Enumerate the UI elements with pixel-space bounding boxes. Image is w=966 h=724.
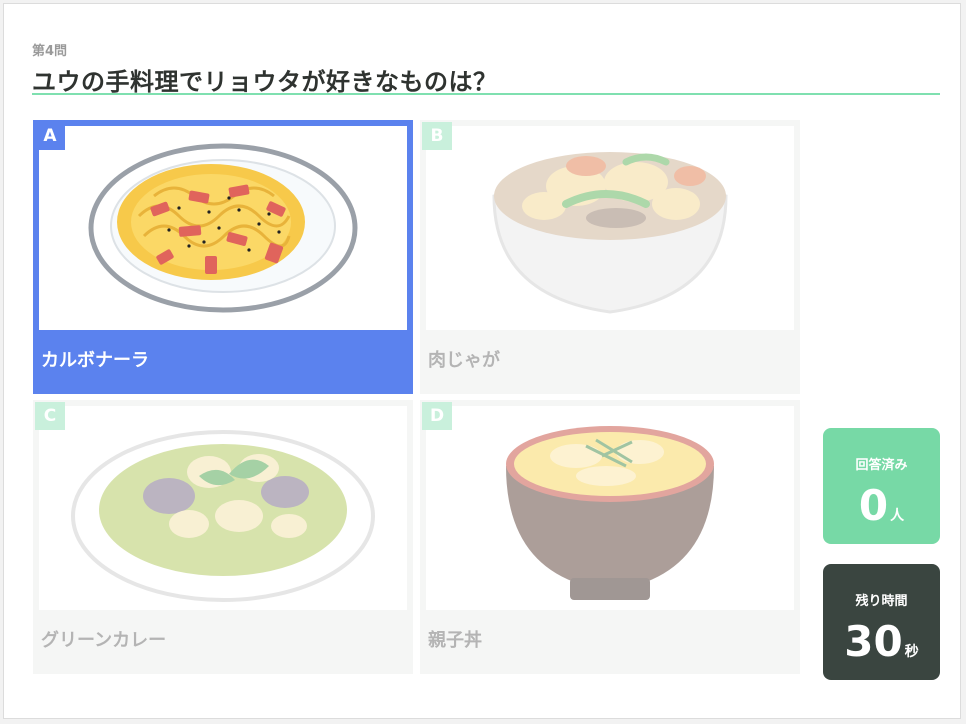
choice-label-d: 親子丼 [428,630,482,651]
time-caption: 残り時間 [855,594,908,609]
green-curry-illustration [39,406,407,610]
choice-letter-d: D [422,402,452,430]
time-remaining-panel: 残り時間 30 秒 [823,564,940,680]
choice-letter-b: B [422,122,452,150]
choice-letter-a: A [35,122,65,150]
carbonara-icon [88,143,358,313]
time-unit: 秒 [904,644,919,660]
choice-label-c: グリーンカレー [41,630,167,651]
choice-label-a: カルボナーラ [41,350,149,371]
time-value: 30 [844,617,903,666]
answered-value-wrap: 0人 [823,485,940,527]
nikujaga-illustration [426,126,794,330]
choice-a[interactable]: A カルボナーラ [33,120,413,394]
answered-value: 0 [858,481,889,530]
answered-unit: 人 [890,508,905,524]
green-curry-icon [71,430,375,602]
choice-label-b: 肉じゃが [428,350,500,371]
answered-count-panel: 回答済み 0人 [823,428,940,544]
choice-letter-c: C [35,402,65,430]
carbonara-illustration [39,126,407,330]
time-value-wrap: 30 秒 [823,621,940,663]
answered-caption: 回答済み [855,458,908,473]
oyakodon-icon [506,426,714,600]
choice-d[interactable]: D 親子丼 [420,400,800,674]
question-title: ユウの手料理でリョウタが好きなものは？ [32,68,498,96]
nikujaga-icon [492,152,728,314]
choice-b[interactable]: B 肉じゃが [420,120,800,394]
quiz-card: 第4問 ユウの手料理でリョウタが好きなものは？ A カルボナーラ B 肉じゃが … [3,3,961,719]
title-underline [32,93,940,95]
question-number: 第4問 [32,44,68,59]
choice-c[interactable]: C グリーンカレー [33,400,413,674]
oyakodon-illustration [426,406,794,610]
